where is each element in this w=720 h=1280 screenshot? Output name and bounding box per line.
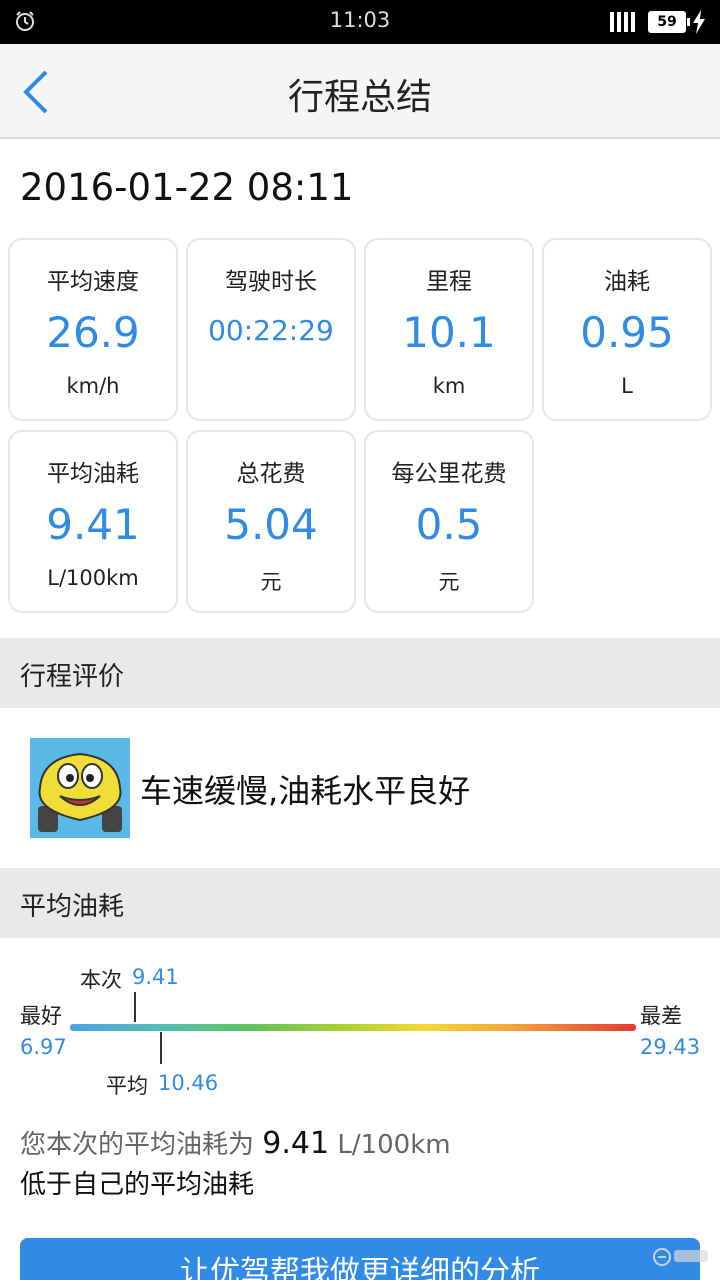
watermark-logo-icon — [653, 1248, 708, 1266]
stat-card-fuel: 油耗 0.95 L — [542, 238, 712, 421]
page-title: 行程总结 — [287, 77, 432, 118]
stat-unit: L — [621, 374, 633, 398]
stat-value: 10.1 — [402, 308, 496, 357]
stat-value: 26.9 — [46, 308, 140, 357]
evaluation-text: 车速缓慢,油耗水平良好 — [140, 772, 471, 810]
section-title: 行程评价 — [20, 662, 125, 692]
stat-value: 5.04 — [224, 500, 318, 549]
summary-unit: L/100km — [337, 1130, 451, 1160]
evaluation-row: 车速缓慢,油耗水平良好 — [0, 708, 720, 868]
stat-unit: km — [432, 374, 466, 398]
battery-icon: 59 — [648, 11, 690, 33]
stat-card-distance: 里程 10.1 km — [364, 238, 534, 421]
summary-value: 9.41 — [262, 1126, 330, 1161]
average-value: 10.46 — [158, 1071, 219, 1095]
average-marker — [160, 1032, 162, 1064]
stat-value: 9.41 — [46, 500, 140, 549]
fuel-gradient-bar — [70, 1024, 636, 1031]
signal-icon — [610, 12, 635, 32]
current-label: 本次 — [80, 968, 122, 992]
stat-label: 每公里花费 — [391, 461, 507, 487]
trip-date: 2016-01-22 08:11 — [20, 166, 354, 209]
cartoon-car-icon — [30, 738, 130, 838]
stat-value: 0.95 — [580, 308, 674, 357]
stat-label: 驾驶时长 — [225, 269, 317, 295]
stat-unit: 元 — [438, 570, 460, 594]
current-marker — [134, 992, 136, 1022]
stat-label: 平均速度 — [47, 269, 139, 295]
fuel-comparison: 低于自己的平均油耗 — [20, 1170, 255, 1200]
stat-card-duration: 驾驶时长 00:22:29 — [186, 238, 356, 421]
stat-card-cost-per-km: 每公里花费 0.5 元 — [364, 430, 534, 613]
best-value: 6.97 — [20, 1035, 67, 1059]
stat-label: 油耗 — [604, 269, 650, 295]
stat-value: 00:22:29 — [208, 314, 334, 347]
stat-unit: L/100km — [47, 566, 139, 590]
worst-label: 最差 — [640, 1004, 682, 1028]
fuel-scale: 本次 9.41 最好 6.97 最差 29.43 平均 10.46 — [0, 940, 720, 1110]
section-title: 平均油耗 — [20, 892, 125, 922]
worst-value: 29.43 — [640, 1035, 701, 1059]
status-bar: 11:03 59 — [0, 0, 720, 44]
stat-card-avg-fuel: 平均油耗 9.41 L/100km — [8, 430, 178, 613]
stat-unit: km/h — [66, 374, 120, 398]
best-label: 最好 — [20, 1004, 62, 1028]
detailed-analysis-button[interactable]: 让优驾帮我做更详细的分析 — [20, 1238, 700, 1280]
section-header-evaluation: 行程评价 — [0, 638, 720, 708]
stat-card-total-cost: 总花费 5.04 元 — [186, 430, 356, 613]
nav-bar: 行程总结 — [0, 44, 720, 139]
stat-card-avg-speed: 平均速度 26.9 km/h — [8, 238, 178, 421]
summary-prefix: 您本次的平均油耗为 — [20, 1130, 255, 1160]
average-label: 平均 — [106, 1074, 148, 1098]
stat-value: 0.5 — [415, 500, 483, 549]
section-header-avg-fuel: 平均油耗 — [0, 868, 720, 938]
stat-unit: 元 — [260, 570, 282, 594]
stat-label: 总花费 — [236, 461, 306, 487]
stat-label: 平均油耗 — [47, 461, 139, 487]
stat-label: 里程 — [426, 269, 472, 295]
fuel-summary: 您本次的平均油耗为 9.41 L/100km — [20, 1124, 451, 1161]
current-value: 9.41 — [132, 965, 179, 989]
charging-icon — [693, 10, 705, 34]
